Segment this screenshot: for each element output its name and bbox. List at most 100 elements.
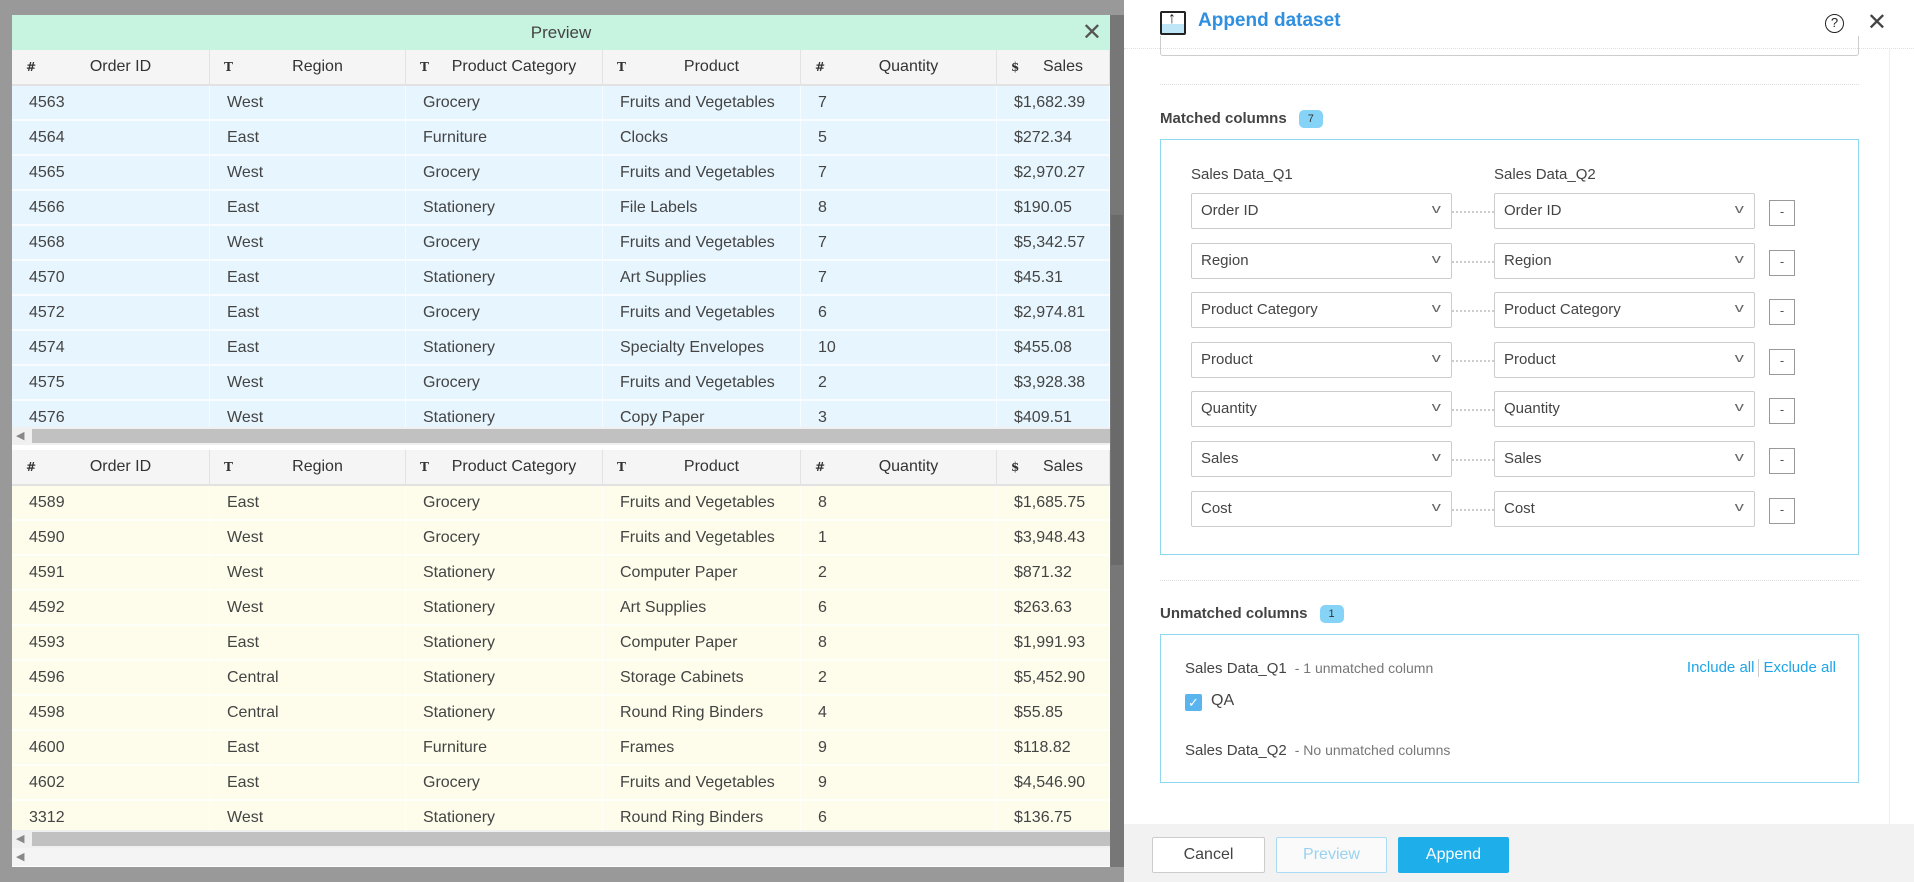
column-mapping-row: Region v Region v - xyxy=(1191,242,1801,279)
panel-scrollbar[interactable] xyxy=(1889,49,1890,824)
table-cell: $1,991.93 xyxy=(997,626,1110,659)
dataset-input[interactable] xyxy=(1160,36,1859,56)
right-column-select[interactable]: Product Category v xyxy=(1494,292,1755,329)
table-cell: Stationery xyxy=(406,661,603,694)
left-column-select[interactable]: Quantity v xyxy=(1191,391,1452,428)
column-header[interactable]: # Order ID xyxy=(12,450,210,484)
table-cell: West xyxy=(210,556,406,589)
remove-mapping-button[interactable]: - xyxy=(1769,497,1795,524)
matched-columns-box: Sales Data_Q1 Sales Data_Q2 Order ID v Ord… xyxy=(1160,139,1859,555)
column-header-label: Product xyxy=(683,58,740,75)
table-q2-horizontal-scrollbar[interactable]: ◀ xyxy=(12,830,1110,848)
table-row: 4568 West Grocery Fruits and Vegetables 7 $5,… xyxy=(12,226,1110,261)
table-cell: 4 xyxy=(801,696,997,729)
cancel-button[interactable]: Cancel xyxy=(1152,837,1265,873)
remove-mapping-button[interactable]: - xyxy=(1769,398,1795,425)
left-column-select[interactable]: Cost v xyxy=(1191,490,1452,527)
remove-mapping-button[interactable]: - xyxy=(1769,448,1795,474)
panel-footer: Cancel Preview Append xyxy=(1124,824,1914,882)
exclude-all-link[interactable]: Exclude all xyxy=(1763,659,1836,676)
right-column-select[interactable]: Order ID v xyxy=(1494,193,1755,229)
right-column-select[interactable]: Region v xyxy=(1494,242,1755,279)
q2-unmatched-line: Sales Data_Q2 - No unmatched columns xyxy=(1185,742,1450,759)
column-mapping-row: Product v Product v - xyxy=(1191,341,1801,378)
left-column-select[interactable]: Sales v xyxy=(1191,441,1452,477)
right-column-select[interactable]: Sales v xyxy=(1494,441,1755,477)
remove-mapping-button[interactable]: - xyxy=(1769,348,1795,375)
column-header[interactable]: T Region xyxy=(210,50,406,84)
column-header[interactable]: # Quantity xyxy=(801,50,997,84)
chevron-down-icon: v xyxy=(1734,498,1744,514)
preview-button[interactable]: Preview xyxy=(1276,837,1387,873)
left-column-select[interactable]: Region v xyxy=(1191,242,1452,279)
table-cell: 8 xyxy=(801,486,997,519)
column-header[interactable]: T Product xyxy=(603,450,801,484)
left-column-select[interactable]: Order ID v xyxy=(1191,193,1452,229)
column-header[interactable]: T Product xyxy=(603,50,801,84)
matched-count-badge: 7 xyxy=(1298,110,1323,129)
table-cell: 1 xyxy=(801,521,997,554)
include-exclude-links: Include all Exclude all xyxy=(1687,659,1836,678)
table-cell: West xyxy=(210,521,406,554)
column-header[interactable]: $ Sales xyxy=(997,450,1110,484)
right-column-value: Cost xyxy=(1504,499,1535,517)
close-panel-icon[interactable]: ✕ xyxy=(1867,8,1887,37)
divider xyxy=(1160,580,1859,581)
remove-mapping-button[interactable]: - xyxy=(1769,249,1795,276)
chevron-down-icon: v xyxy=(1431,300,1441,316)
table-row: 4592 West Stationery Art Supplies 6 $263.63 xyxy=(12,591,1110,626)
right-column-select[interactable]: Cost v xyxy=(1494,490,1755,527)
table-cell: West xyxy=(210,401,406,427)
table-cell: Grocery xyxy=(406,521,603,554)
text-type-icon: T xyxy=(617,460,626,474)
currency-type-icon: $ xyxy=(1011,60,1020,74)
table-cell: Grocery xyxy=(406,86,603,119)
column-header[interactable]: # Order ID xyxy=(12,50,210,84)
right-column-value: Order ID xyxy=(1504,202,1562,219)
remove-mapping-button[interactable]: - xyxy=(1769,200,1795,226)
left-column-select[interactable]: Product Category v xyxy=(1191,292,1452,329)
table-cell: Fruits and Vegetables xyxy=(603,486,801,519)
table-cell: $2,974.81 xyxy=(997,296,1110,329)
table-cell: Stationery xyxy=(406,696,603,729)
table-cell: Stationery xyxy=(406,261,603,294)
table-cell: 4574 xyxy=(12,331,210,364)
table-cell: West xyxy=(210,801,406,830)
divider xyxy=(1160,84,1859,85)
text-type-icon: T xyxy=(224,460,233,474)
column-mapping-row: Product Category v Product Category v - xyxy=(1191,292,1801,329)
modal-horizontal-scrollbar[interactable]: ◀ xyxy=(12,848,1110,866)
table-row: 4566 East Stationery File Labels 8 $190.05 xyxy=(12,191,1110,226)
right-column-value: Product xyxy=(1504,350,1556,368)
table-header-row: # Order ID T Region T Product Category T Produc… xyxy=(12,50,1110,86)
table-cell: 4566 xyxy=(12,191,210,224)
qa-checkbox[interactable]: ✓ xyxy=(1185,694,1202,711)
column-header-label: Order ID xyxy=(89,58,152,75)
left-column-select[interactable]: Product v xyxy=(1191,341,1452,378)
table-cell: Stationery xyxy=(406,556,603,589)
column-header[interactable]: T Product Category xyxy=(406,50,603,84)
help-icon[interactable]: ? xyxy=(1825,14,1844,33)
mapping-connector xyxy=(1452,260,1494,263)
table-cell: 9 xyxy=(801,731,997,764)
append-button[interactable]: Append xyxy=(1398,837,1509,873)
right-column-select[interactable]: Product v xyxy=(1494,341,1755,378)
table-row: 4596 Central Stationery Storage Cabinets 2 $5… xyxy=(12,661,1110,696)
table-cell: Art Supplies xyxy=(603,261,801,294)
table-q1-horizontal-scrollbar[interactable]: ◀ xyxy=(12,427,1110,445)
number-type-icon: # xyxy=(815,60,826,74)
remove-mapping-button[interactable]: - xyxy=(1769,299,1795,326)
column-header[interactable]: T Product Category xyxy=(406,450,603,484)
number-type-icon: # xyxy=(815,460,826,474)
table-cell: Furniture xyxy=(406,121,603,154)
column-header[interactable]: $ Sales xyxy=(997,50,1110,84)
preview-vertical-scrollbar[interactable] xyxy=(1110,15,1124,867)
include-all-link[interactable]: Include all xyxy=(1687,659,1755,676)
close-preview-icon[interactable]: ✕ xyxy=(1082,15,1102,50)
right-column-select[interactable]: Quantity v xyxy=(1494,391,1755,428)
table-cell: 4564 xyxy=(12,121,210,154)
column-header[interactable]: T Region xyxy=(210,450,406,484)
column-header[interactable]: # Quantity xyxy=(801,450,997,484)
table-cell: $1,682.39 xyxy=(997,86,1110,119)
matched-columns-heading: Matched columns 7 xyxy=(1160,110,1323,129)
